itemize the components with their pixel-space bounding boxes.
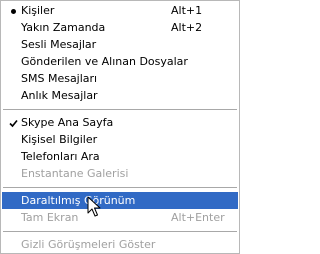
- menu-separator: [3, 109, 237, 110]
- menu-separator: [3, 231, 237, 232]
- menu-item-sms-mesajlari[interactable]: SMS Mesajları: [2, 70, 238, 87]
- menu-item-yakin-zamanda[interactable]: Yakın Zamanda Alt+2: [2, 19, 238, 36]
- mouse-pointer-icon: [87, 196, 101, 217]
- menu-item-shortcut: Alt+Enter: [171, 211, 225, 224]
- menu-item-tam-ekran: Tam Ekran Alt+Enter: [2, 209, 238, 226]
- menu-item-label: Yakın Zamanda: [21, 21, 106, 34]
- menu-item-label: Enstantane Galerisi: [21, 167, 129, 180]
- menu-item-label: Anlık Mesajlar: [21, 89, 98, 102]
- menu-item-kisisel-bilgiler[interactable]: Kişisel Bilgiler: [2, 131, 238, 148]
- menu-item-shortcut: Alt+1: [171, 4, 203, 17]
- radio-bullet-icon: [8, 2, 18, 19]
- checkmark-icon: [8, 114, 18, 131]
- menu-item-label: Gizli Görüşmeleri Göster: [21, 238, 156, 251]
- menu-item-skype-ana-sayfa[interactable]: Skype Ana Sayfa: [2, 114, 238, 131]
- menu-item-enstantane-galerisi: Enstantane Galerisi: [2, 165, 238, 182]
- menu-item-label: Sesli Mesajlar: [21, 38, 97, 51]
- menu-item-kisiler[interactable]: Kişiler Alt+1: [2, 2, 238, 19]
- menu-item-label: Tam Ekran: [21, 211, 79, 224]
- menu-item-sesli-mesajlar[interactable]: Sesli Mesajlar: [2, 36, 238, 53]
- menu-item-label: Daraltılmış Görünüm: [21, 194, 136, 207]
- menu-separator: [3, 187, 237, 188]
- menu-item-anlik-mesajlar[interactable]: Anlık Mesajlar: [2, 87, 238, 104]
- menu-item-label: Skype Ana Sayfa: [21, 116, 114, 129]
- menu-item-label: Gönderilen ve Alınan Dosyalar: [21, 55, 188, 68]
- menu-item-label: SMS Mesajları: [21, 72, 98, 85]
- menu-item-telefonlari-ara[interactable]: Telefonları Ara: [2, 148, 238, 165]
- menu-item-daraltilmis-gorunum[interactable]: Daraltılmış Görünüm: [2, 192, 238, 209]
- menu-item-gizli-gorusmeleri-goster: Gizli Görüşmeleri Göster: [2, 236, 238, 253]
- menu-item-label: Kişisel Bilgiler: [21, 133, 98, 146]
- view-menu: Kişiler Alt+1 Yakın Zamanda Alt+2 Sesli …: [0, 0, 240, 254]
- menu-item-label: Kişiler: [21, 4, 55, 17]
- menu-item-label: Telefonları Ara: [21, 150, 100, 163]
- menu-item-gonderilen-alinan-dosyalar[interactable]: Gönderilen ve Alınan Dosyalar: [2, 53, 238, 70]
- menu-item-shortcut: Alt+2: [171, 21, 203, 34]
